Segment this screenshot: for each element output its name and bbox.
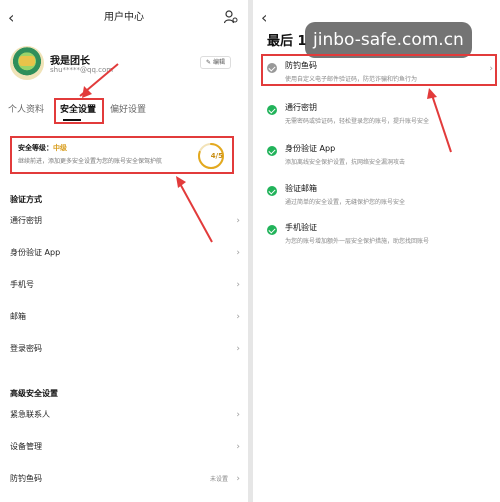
arrow-to-option <box>430 91 452 153</box>
annotation-arrows <box>79 63 213 243</box>
annotation-arrows <box>427 88 452 153</box>
screenshot-root: ‹ 用户中心 我是团长 shu*****@qq.com ✎ 编辑 个人资料 安全… <box>0 0 500 502</box>
security-checklist-panel: ‹ 最后 1 jinbo-safe.com.cn 防钓鱼码 使用自定义电子邮件验… <box>253 0 500 502</box>
arrow-to-card <box>177 179 213 243</box>
arrow-head-icon <box>427 88 437 99</box>
user-center-panel: ‹ 用户中心 我是团长 shu*****@qq.com ✎ 编辑 个人资料 安全… <box>0 0 248 502</box>
